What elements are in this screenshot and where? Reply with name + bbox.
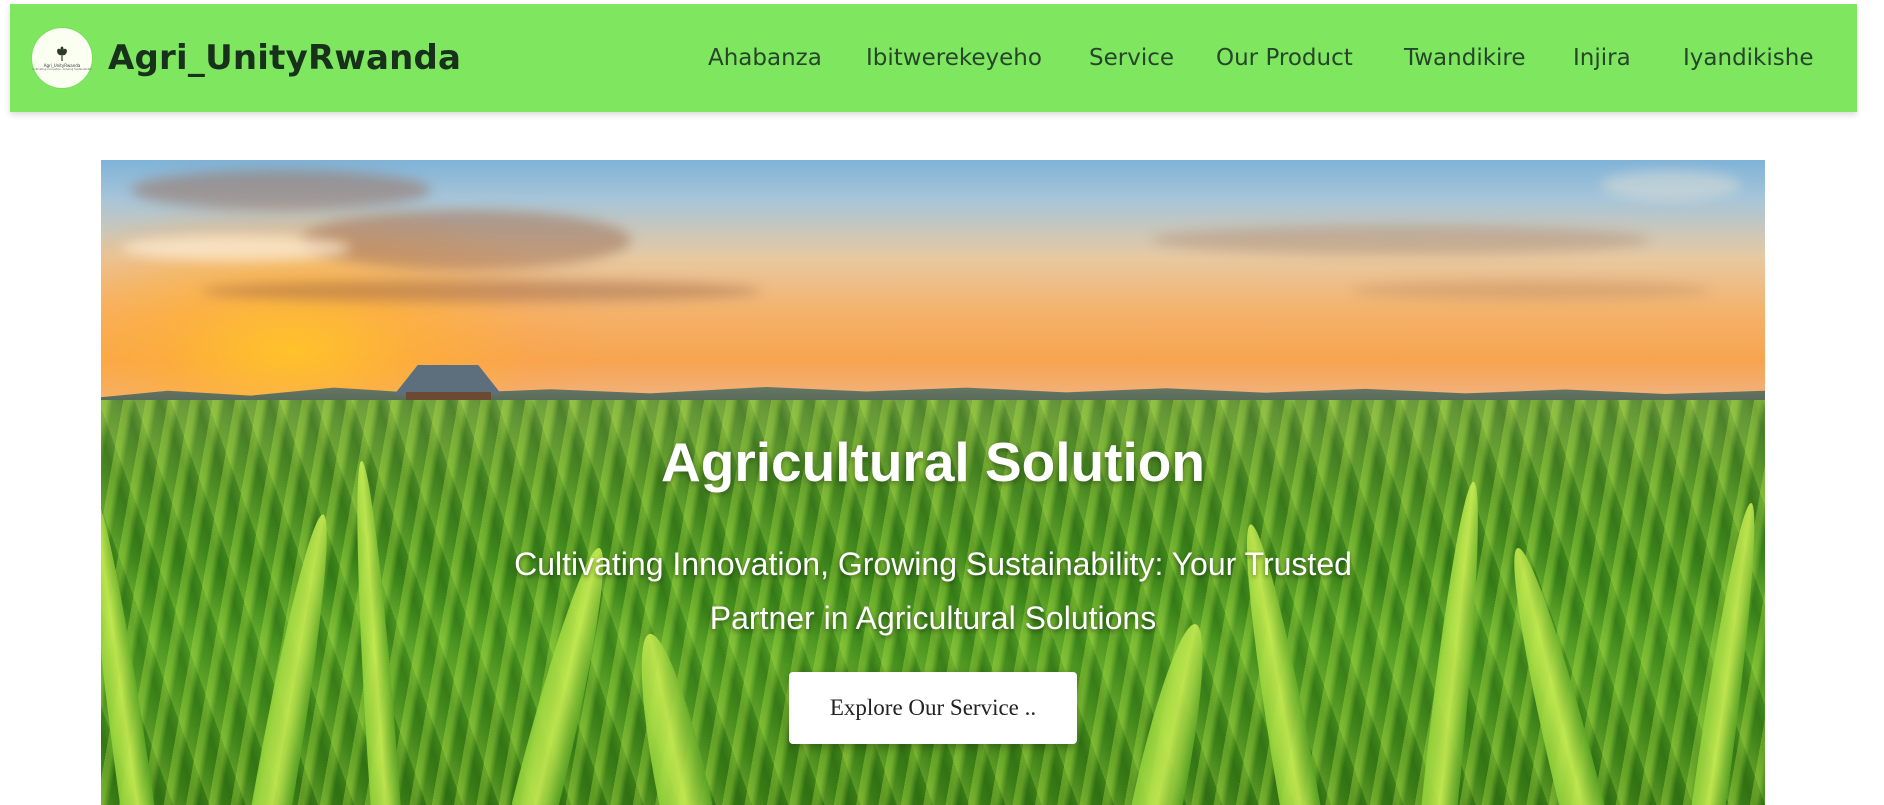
main-nav: Ahabanza Ibitwerekeyeho Service Our Prod… <box>10 4 1857 112</box>
cloud <box>121 235 351 261</box>
cloud <box>1351 280 1711 300</box>
nav-link-ahabanza[interactable]: Ahabanza <box>708 4 822 112</box>
hero-banner: Agricultural Solution Cultivating Innova… <box>101 160 1765 805</box>
nav-link-our-product[interactable]: Our Product <box>1216 4 1353 112</box>
cloud <box>1601 170 1741 200</box>
hero-subtitle: Cultivating Innovation, Growing Sustaina… <box>514 546 1352 636</box>
nav-link-ibitwerekeyeho[interactable]: Ibitwerekeyeho <box>866 4 1042 112</box>
nav-link-service[interactable]: Service <box>1089 4 1174 112</box>
explore-services-button[interactable]: Explore Our Service .. <box>789 672 1077 744</box>
nav-link-twandikire[interactable]: Twandikire <box>1404 4 1526 112</box>
cloud <box>1151 225 1651 255</box>
nav-link-iyandikishe[interactable]: Iyandikishe <box>1683 4 1813 112</box>
cloud <box>201 280 761 302</box>
hero-title: Agricultural Solution <box>661 431 1205 493</box>
cloud <box>301 210 631 270</box>
navbar: Agri_UnityRwanda Cultivating Innovation,… <box>10 4 1857 112</box>
nav-link-injira[interactable]: Injira <box>1573 4 1631 112</box>
cloud <box>131 170 431 210</box>
